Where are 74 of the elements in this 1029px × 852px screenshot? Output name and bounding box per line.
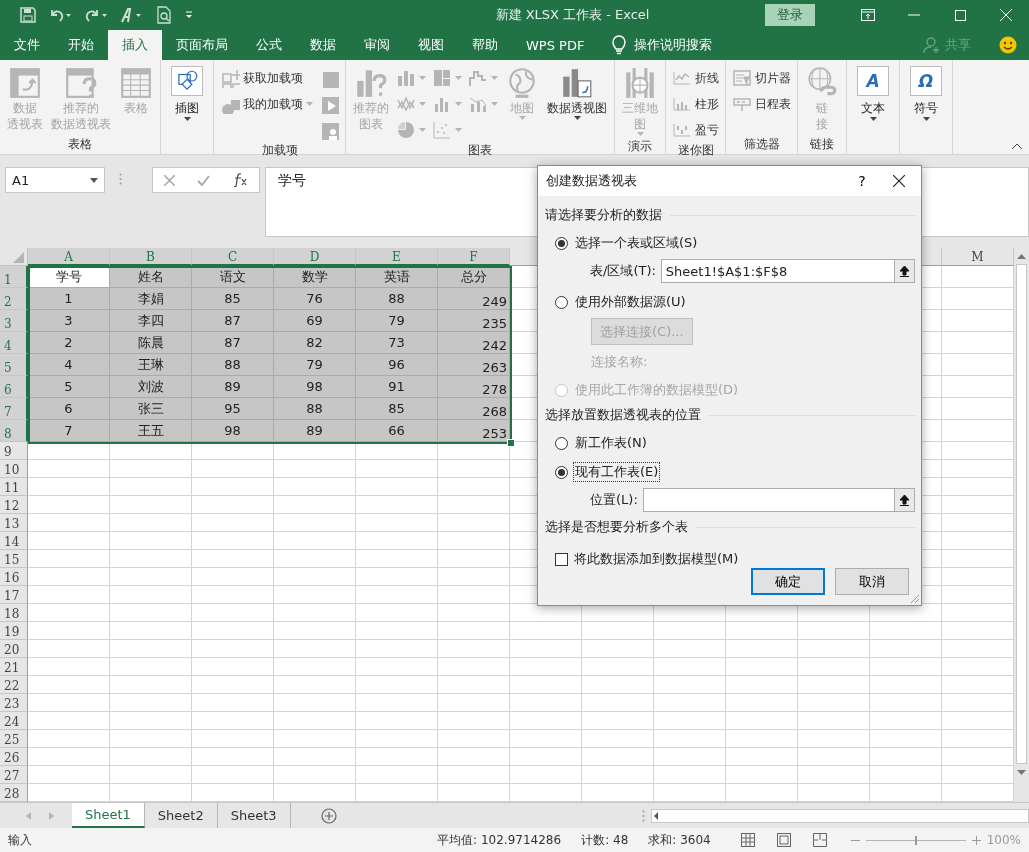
table-cell: 张三 [110, 398, 192, 420]
ribbon-glyph-icon: A [866, 71, 880, 91]
option-label: 选择一个表或区域(S) [574, 234, 699, 252]
table-cell: 6 [28, 398, 110, 420]
table-cell: 数学 [274, 266, 356, 288]
table-cell: 1 [28, 288, 110, 310]
table-cell: 249 [438, 288, 510, 310]
table-cell: 73 [356, 332, 438, 354]
section-heading: 选择放置数据透视表的位置 [545, 406, 701, 424]
table-cell: 李四 [110, 310, 192, 332]
group-label: 图表 [467, 142, 493, 159]
table-cell: 79 [356, 310, 438, 332]
table-cell: 69 [274, 310, 356, 332]
table-cell: 85 [192, 288, 274, 310]
group-label: 演示 [627, 138, 653, 155]
status-statistic: 平均值: 102.9714286 [437, 831, 562, 849]
group-label: 表格 [67, 136, 93, 153]
dialog-title: 创建数据透视表 [546, 172, 638, 190]
option-label: 使用外部数据源(U) [574, 293, 687, 311]
table-cell: 语文 [192, 266, 274, 288]
table-cell: 王五 [110, 420, 192, 442]
field-label: 表/区域(T): [590, 262, 656, 280]
table-cell: 5 [28, 376, 110, 398]
table-cell: 2 [28, 332, 110, 354]
option-label: 现有工作表(E) [573, 462, 661, 482]
table-cell: 79 [274, 354, 356, 376]
status-mode: 输入 [8, 831, 32, 849]
table-cell: 235 [438, 310, 510, 332]
table-cell: 总分 [438, 266, 510, 288]
table-cell: 陈晨 [110, 332, 192, 354]
table-cell: 82 [274, 332, 356, 354]
table-cell: 87 [192, 332, 274, 354]
table-cell: 姓名 [110, 266, 192, 288]
table-cell: 89 [274, 420, 356, 442]
field-label: 位置(L): [590, 491, 638, 509]
option-label: 使用此工作簿的数据模型(D) [574, 381, 740, 399]
connection-name-label: 连接名称: [591, 353, 649, 371]
status-statistic: 求和: 3604 [648, 831, 711, 849]
table-cell: 96 [356, 354, 438, 376]
table-cell: 85 [356, 398, 438, 420]
table-cell: 242 [438, 332, 510, 354]
table-cell: 88 [192, 354, 274, 376]
section-heading: 选择是否想要分析多个表 [545, 518, 688, 536]
table-cell: 268 [438, 398, 510, 420]
table-cell: 91 [356, 376, 438, 398]
group-label: 加载项 [260, 142, 299, 159]
group-label: 迷你图 [676, 142, 715, 159]
group-label: 筛选器 [742, 136, 781, 153]
group-label: 链接 [809, 136, 835, 153]
table-cell: 88 [274, 398, 356, 420]
table-cell: 98 [274, 376, 356, 398]
table-cell: 3 [28, 310, 110, 332]
table-cell: 7 [28, 420, 110, 442]
table-cell: 95 [192, 398, 274, 420]
checkbox-label: 将此数据添加到数据模型(M) [574, 550, 739, 568]
status-statistic: 计数: 48 [581, 831, 629, 849]
table-cell: 89 [192, 376, 274, 398]
window-title: 新建 XLSX 工作表 - Excel [494, 6, 651, 24]
table-cell: 98 [192, 420, 274, 442]
table-cell: 263 [438, 354, 510, 376]
table-cell: 王琳 [110, 354, 192, 376]
option-label: 新工作表(N) [574, 434, 648, 452]
table-cell: 英语 [356, 266, 438, 288]
section-heading: 请选择要分析的数据 [545, 206, 662, 224]
table-cell: 4 [28, 354, 110, 376]
table-cell: 278 [438, 376, 510, 398]
table-cell: 66 [356, 420, 438, 442]
table-cell: 87 [192, 310, 274, 332]
table-cell: 李娟 [110, 288, 192, 310]
ribbon-glyph-icon: Ω [918, 71, 934, 91]
table-cell: 253 [438, 420, 510, 442]
table-cell: 88 [356, 288, 438, 310]
table-cell: 刘波 [110, 376, 192, 398]
table-cell: 76 [274, 288, 356, 310]
